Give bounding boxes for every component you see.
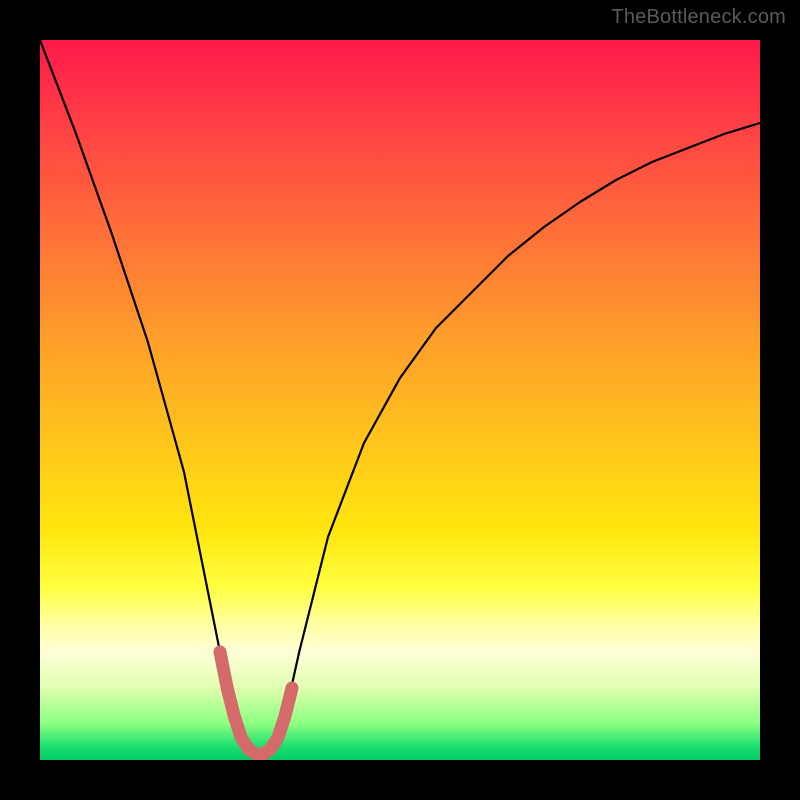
chart-frame: TheBottleneck.com — [0, 0, 800, 800]
curve-layer — [40, 40, 760, 760]
bottleneck-curve — [40, 40, 760, 754]
highlight-valley — [220, 652, 292, 754]
plot-area — [40, 40, 760, 760]
watermark-text: TheBottleneck.com — [611, 6, 786, 29]
